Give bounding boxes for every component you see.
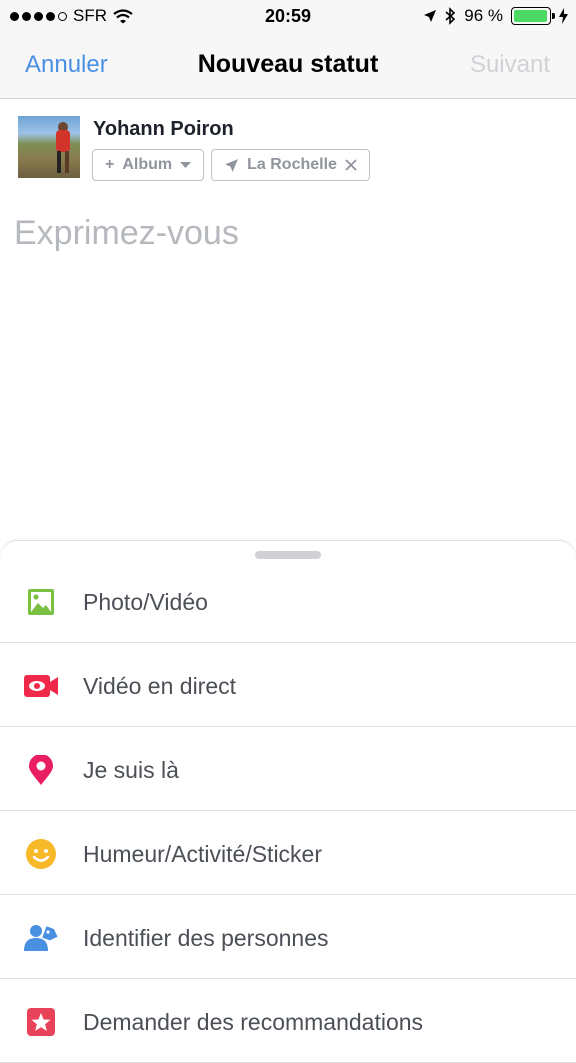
- option-live-video[interactable]: Vidéo en direct: [0, 643, 576, 727]
- battery-level: [514, 10, 547, 22]
- option-label: Humeur/Activité/Sticker: [83, 841, 323, 867]
- option-label: Identifier des personnes: [83, 925, 329, 951]
- option-label: Demander des recommandations: [83, 1009, 424, 1035]
- option-tag-people[interactable]: Identifier des personnes: [0, 895, 576, 979]
- battery-percent: 96 %: [464, 6, 503, 25]
- plus-icon: +: [105, 156, 115, 173]
- composer-options-list: Photo/Vidéo Vidéo en direct Je suis là H…: [0, 559, 576, 1063]
- bluetooth-icon: [445, 7, 456, 25]
- close-icon[interactable]: [345, 159, 357, 171]
- option-label: Vidéo en direct: [83, 673, 237, 699]
- user-name: Yohann Poiron: [93, 118, 234, 140]
- charging-bolt-icon: [559, 8, 568, 24]
- next-button[interactable]: Suivant: [470, 51, 550, 79]
- album-chip[interactable]: + Album: [92, 149, 205, 181]
- location-pin-icon: [29, 755, 53, 785]
- status-right-group: 96 %: [423, 6, 568, 26]
- album-chip-label: Album: [122, 156, 173, 173]
- option-check-in[interactable]: Je suis là: [0, 727, 576, 811]
- location-chip[interactable]: La Rochelle: [211, 149, 370, 181]
- live-video-icon: [24, 675, 58, 697]
- option-feeling-activity[interactable]: Humeur/Activité/Sticker: [0, 811, 576, 895]
- photo-icon: [28, 589, 54, 615]
- location-arrow-icon: [424, 10, 437, 22]
- avatar[interactable]: [18, 116, 80, 178]
- star-badge-icon: [27, 1008, 55, 1036]
- option-photo-video[interactable]: Photo/Vidéo: [0, 559, 576, 643]
- option-ask-recommendations[interactable]: Demander des recommandations: [0, 979, 576, 1063]
- smiley-icon: [26, 839, 56, 869]
- option-label: Photo/Vidéo: [83, 589, 208, 615]
- composer-options-sheet: Photo/Vidéo Vidéo en direct Je suis là H…: [0, 540, 576, 1063]
- status-input[interactable]: Exprimez-vous: [14, 214, 239, 253]
- sheet-grabber-handle[interactable]: [255, 551, 321, 559]
- composer-header: Yohann Poiron + Album La Rochelle: [18, 116, 558, 186]
- battery-icon: [511, 7, 555, 25]
- location-chip-label: La Rochelle: [247, 156, 337, 173]
- navigation-bar: Annuler Nouveau statut Suivant: [0, 34, 576, 99]
- location-arrow-icon: [225, 158, 239, 172]
- option-label: Je suis là: [83, 757, 179, 783]
- status-bar: SFR 20:59 96 %: [0, 0, 576, 34]
- caret-down-icon: [180, 161, 192, 168]
- audience-chips: + Album La Rochelle: [92, 149, 370, 181]
- tag-people-icon: [24, 925, 58, 951]
